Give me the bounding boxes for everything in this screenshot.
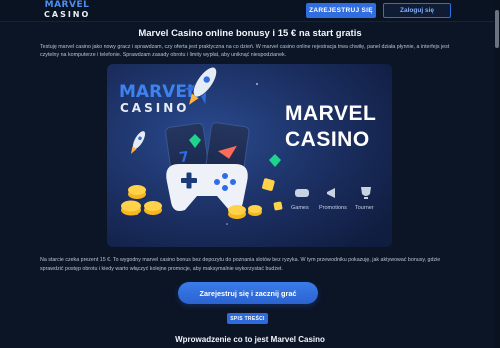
hero-title-line-2: CASINO	[285, 128, 370, 151]
games-icon	[295, 189, 309, 197]
games-label: Games	[291, 205, 309, 211]
section-title: Wprowadzenie co to jest Marvel Casino	[175, 335, 325, 344]
cta-register-button[interactable]: Zarejestruj się i zacznij grać	[178, 282, 318, 304]
hero-logo-line-1: MARVEL	[119, 82, 198, 102]
register-button[interactable]: ZAREJESTRUJ SIĘ	[306, 3, 376, 18]
logo-line-1: MARVEL	[44, 0, 90, 10]
hero-illustration: MARVEL CASINO 7 MARVEL CASINO Games Prom…	[107, 64, 392, 247]
login-button[interactable]: Zaloguj się	[383, 3, 451, 18]
site-header: MARVEL CASINO ZAREJESTRUJ SIĘ Zaloguj si…	[0, 0, 500, 22]
hero-logo-line-2: CASINO	[120, 101, 189, 115]
scrollbar-thumb[interactable]	[495, 10, 499, 48]
promotions-label: Promotions	[319, 205, 347, 211]
table-of-contents-button[interactable]: SPIS TREŚCI	[227, 313, 268, 324]
intro-paragraph: Testuję marvel casino jako nowy gracz i …	[40, 44, 450, 58]
scrollbar[interactable]	[494, 0, 500, 348]
page-title: Marvel Casino online bonusy i 15 € na st…	[138, 28, 362, 39]
logo-line-2: CASINO	[44, 10, 91, 19]
site-logo[interactable]: MARVEL CASINO	[44, 0, 91, 20]
hero-title-line-1: MARVEL	[285, 102, 376, 125]
tournament-label: Tourner	[355, 205, 374, 211]
outro-paragraph: Na starcie czeka prezent 15 €. To wygodn…	[40, 257, 441, 272]
hero-banner: MARVEL CASINO 7 MARVEL CASINO Games Prom…	[107, 64, 392, 247]
